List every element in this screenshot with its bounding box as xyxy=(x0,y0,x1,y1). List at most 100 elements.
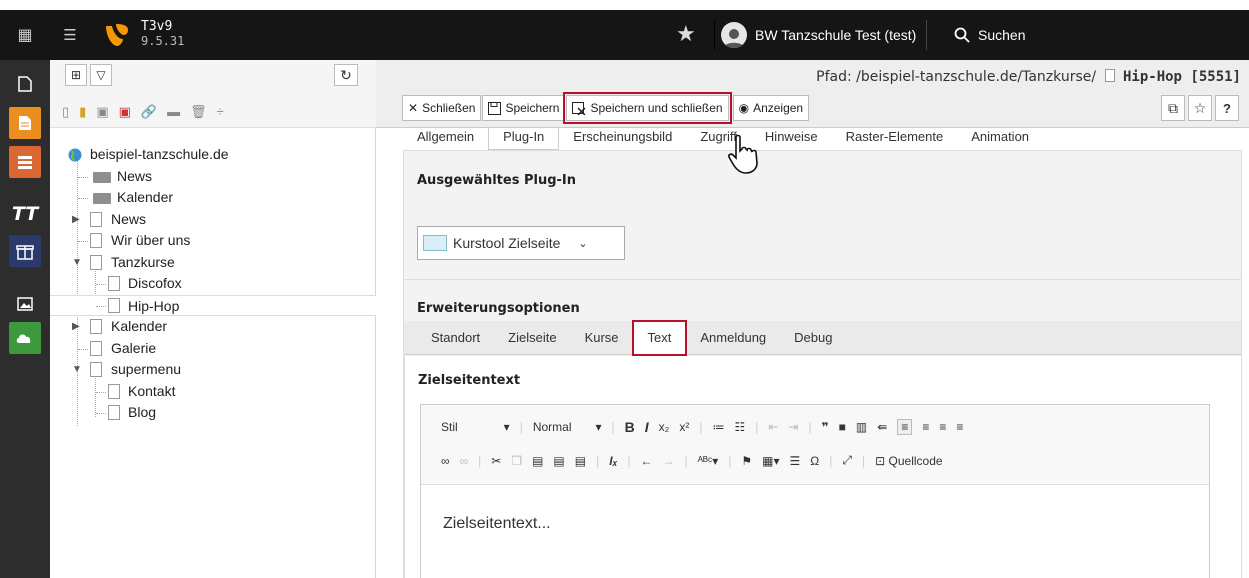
chevron-down-icon[interactable]: ▾ xyxy=(504,420,510,434)
bullet-list-icon[interactable]: ☷ xyxy=(734,420,745,434)
undo-icon[interactable]: ← xyxy=(640,454,652,468)
numbered-list-icon[interactable]: ≔ xyxy=(712,420,724,434)
shortcut-page-icon[interactable]: ▣ xyxy=(96,104,108,120)
paste-icon[interactable]: ▤ xyxy=(532,454,543,468)
tree-item[interactable]: Blog xyxy=(50,402,376,424)
user-menu[interactable]: BW Tanzschule Test (test) xyxy=(714,20,928,50)
collapse-arrow-icon[interactable]: ▼ xyxy=(72,359,82,381)
tt-module-icon[interactable]: TT xyxy=(9,198,41,230)
bold-icon[interactable]: B xyxy=(625,419,635,435)
refresh-tree-icon[interactable]: ↻ xyxy=(334,64,358,86)
table-icon[interactable]: ▦▾ xyxy=(762,454,779,468)
filter-icon[interactable]: ▽ xyxy=(90,64,112,86)
spellcheck-icon[interactable]: ᴬᴮᶜ▾ xyxy=(698,454,719,468)
outdent-icon[interactable]: ⇤ xyxy=(768,420,778,434)
link-page-icon[interactable]: 🔗 xyxy=(141,104,157,120)
mountpoint-page-icon[interactable]: ▣ xyxy=(119,104,131,120)
tab-zielseite[interactable]: Zielseite xyxy=(494,321,570,355)
tree-item[interactable]: News xyxy=(50,166,376,188)
italic-icon[interactable]: I xyxy=(645,419,649,435)
maximize-icon[interactable]: ⤢ xyxy=(842,453,852,468)
page-doktype-icon[interactable]: ▯ xyxy=(62,104,69,120)
expand-arrow-icon[interactable]: ▶ xyxy=(72,209,80,231)
tree-item[interactable]: ▼ supermenu xyxy=(50,359,376,381)
search-button[interactable]: Suchen xyxy=(940,20,1249,50)
align-right-icon[interactable]: ≡ xyxy=(939,420,946,434)
superscript-icon[interactable]: x² xyxy=(679,420,689,434)
columns-icon[interactable]: ▥ xyxy=(856,420,867,434)
div-icon[interactable]: ■ xyxy=(839,420,846,434)
tab-text[interactable]: Text xyxy=(631,319,688,356)
align-left-icon[interactable]: ≡ xyxy=(897,419,913,435)
cut-icon[interactable]: ✂ xyxy=(491,454,501,468)
subscript-icon[interactable]: x₂ xyxy=(659,420,670,434)
tab-raster-elemente[interactable]: Raster-Elemente xyxy=(832,128,958,150)
tab-kurse[interactable]: Kurse xyxy=(571,321,633,355)
tree-item[interactable]: Kalender xyxy=(50,187,376,209)
tab-erscheinungsbild[interactable]: Erscheinungsbild xyxy=(559,128,686,150)
expand-arrow-icon[interactable]: ▶ xyxy=(72,316,80,338)
anchor-icon[interactable]: ⚑ xyxy=(741,454,752,468)
indent-icon[interactable]: ⇥ xyxy=(788,420,798,434)
typo3-logo-icon[interactable] xyxy=(104,22,130,48)
apps-grid-icon[interactable]: ▦ xyxy=(0,10,50,60)
editor-content[interactable]: Zielseitentext... xyxy=(443,515,551,533)
open-new-window-icon[interactable]: ⧉ xyxy=(1161,95,1185,121)
tab-animation[interactable]: Animation xyxy=(957,128,1043,150)
tab-plugin[interactable]: Plug-In xyxy=(488,128,560,150)
format-dropdown[interactable]: Normal xyxy=(533,420,572,434)
page-module-icon[interactable] xyxy=(9,68,41,100)
tree-item-selected[interactable]: Hip-Hop xyxy=(50,294,376,316)
image-module-icon[interactable] xyxy=(9,288,41,320)
save-and-close-button[interactable]: Speichern und schließen xyxy=(563,92,732,124)
tab-debug[interactable]: Debug xyxy=(780,321,846,355)
horizontal-rule-icon[interactable]: ☰ xyxy=(790,454,801,468)
close-button[interactable]: ✕ Schließen xyxy=(402,95,482,121)
special-char-icon[interactable]: Ω xyxy=(810,454,819,468)
bookmark-star-icon[interactable]: ★ xyxy=(676,21,696,47)
tree-item[interactable]: Galerie xyxy=(50,338,376,360)
collapse-arrow-icon[interactable]: ▼ xyxy=(72,252,82,274)
bookmark-icon[interactable]: ☆ xyxy=(1188,95,1212,121)
tab-allgemein[interactable]: Allgemein xyxy=(403,128,488,150)
tree-item[interactable]: ▼ Tanzkurse xyxy=(50,252,376,274)
source-button[interactable]: ⊡ Quellcode xyxy=(875,454,942,468)
toggle-tree-icon[interactable]: ☰ xyxy=(50,10,90,60)
paste-text-icon[interactable]: ▤ xyxy=(553,454,564,468)
tree-item[interactable]: ▶ News xyxy=(50,209,376,231)
link-icon[interactable]: ∞ xyxy=(441,454,450,468)
tree-item[interactable]: Wir über uns xyxy=(50,230,376,252)
recycler-icon[interactable]: 🗑 xyxy=(190,104,207,120)
list-module-icon[interactable] xyxy=(9,107,41,139)
cloud-module-icon[interactable] xyxy=(9,322,41,354)
align-justify-icon[interactable]: ≡ xyxy=(956,420,963,434)
copy-icon[interactable]: ❐ xyxy=(511,454,522,468)
tab-standort[interactable]: Standort xyxy=(417,321,494,355)
tree-item[interactable]: ▶ Kalender xyxy=(50,316,376,338)
records-module-icon[interactable] xyxy=(9,146,41,178)
blockquote-icon[interactable]: ❞ xyxy=(822,420,829,434)
breadcrumb: Pfad: /beispiel-tanzschule.de/Tanzkurse/… xyxy=(816,69,1241,85)
help-button[interactable]: ? xyxy=(1215,95,1239,121)
tree-item[interactable]: Discofox xyxy=(50,273,376,295)
chevron-down-icon[interactable]: ▾ xyxy=(596,420,602,434)
plugin-select[interactable]: Kurstool Zielseite ⌄ xyxy=(417,226,625,260)
tab-anmeldung[interactable]: Anmeldung xyxy=(686,321,780,355)
gift-module-icon[interactable] xyxy=(9,235,41,267)
view-button[interactable]: ◉ Anzeigen xyxy=(732,95,810,121)
unlink-icon[interactable]: ∞ xyxy=(460,454,469,468)
save-button[interactable]: Speichern xyxy=(482,95,566,121)
rtl-icon[interactable]: ⇚ xyxy=(877,420,887,434)
new-page-icon[interactable]: ⊞ xyxy=(65,64,87,86)
remove-format-icon[interactable]: Iₓ xyxy=(609,454,617,468)
folder-page-icon[interactable]: ▬ xyxy=(167,104,180,120)
tree-item[interactable]: Kontakt xyxy=(50,381,376,403)
rich-text-editor: Stil ▾ | Normal ▾ | B I x₂ x² | ≔ ☷ | ⇤ … xyxy=(420,404,1210,578)
backend-page-icon[interactable]: ▮ xyxy=(79,104,86,120)
style-dropdown[interactable]: Stil xyxy=(441,420,458,434)
redo-icon[interactable]: → xyxy=(662,454,674,468)
align-center-icon[interactable]: ≡ xyxy=(922,420,929,434)
divider-icon[interactable]: ÷ xyxy=(217,104,224,120)
paste-word-icon[interactable]: ▤ xyxy=(575,454,586,468)
tree-root[interactable]: beispiel-tanzschule.de xyxy=(50,144,376,166)
